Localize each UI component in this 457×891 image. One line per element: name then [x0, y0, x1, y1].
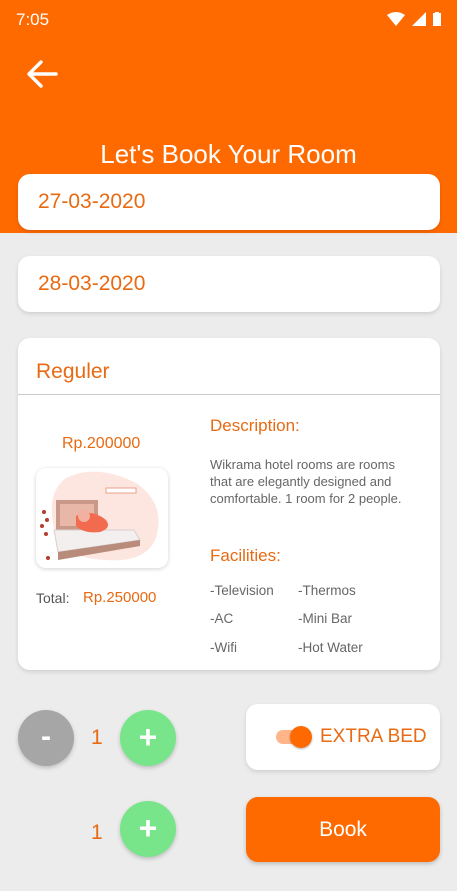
room-price: Rp.200000: [62, 435, 141, 452]
facility-item: -Hot Water: [298, 640, 363, 655]
extra-bed-card[interactable]: EXTRA BED: [246, 704, 440, 770]
facility-item: -Wifi: [210, 640, 237, 655]
room-count: 1: [91, 726, 103, 749]
description-title: Description:: [210, 416, 300, 435]
facilities-title: Facilities:: [210, 546, 281, 565]
page-title: Let's Book Your Room: [100, 139, 357, 169]
book-button-label: Book: [319, 818, 367, 841]
extra-bed-toggle-knob[interactable]: [290, 726, 312, 748]
book-button[interactable]: Book: [246, 797, 440, 862]
check-in-date-field[interactable]: 27-03-2020: [18, 174, 440, 230]
extra-bed-label: EXTRA BED: [320, 726, 427, 747]
check-in-date-value: 27-03-2020: [38, 190, 146, 213]
facility-item: -AC: [210, 611, 234, 626]
total-value: Rp.250000: [83, 589, 157, 606]
battery-icon: [433, 12, 441, 26]
facility-item: -Television: [210, 583, 274, 598]
facility-item: -Thermos: [298, 583, 356, 598]
room-image: [36, 468, 168, 568]
room-card: Reguler Rp.200000 Total: Rp.250000 Descr…: [18, 338, 440, 670]
minus-icon: -: [41, 720, 51, 753]
total-label: Total:: [36, 590, 70, 606]
facility-item: -Mini Bar: [298, 611, 353, 626]
description-text: Wikrama hotel rooms are rooms that are e…: [210, 457, 402, 506]
increase-bed-button[interactable]: +: [120, 801, 176, 857]
signal-icon: [412, 12, 426, 26]
status-time: 7:05: [16, 10, 50, 29]
check-out-date-field[interactable]: 28-03-2020: [18, 256, 440, 312]
status-bar: 7:05: [0, 0, 457, 36]
plus-icon: +: [138, 810, 158, 846]
plus-icon: +: [138, 719, 158, 755]
back-arrow-icon[interactable]: [24, 56, 60, 92]
bedroom-illustration: [40, 471, 159, 561]
divider: [18, 394, 440, 395]
bed-count: 1: [91, 821, 103, 844]
check-out-date-value: 28-03-2020: [38, 272, 146, 295]
decrease-room-button[interactable]: -: [18, 710, 74, 766]
status-icons: [387, 12, 441, 26]
wifi-icon: [387, 12, 405, 26]
room-name: Reguler: [36, 360, 110, 383]
increase-room-button[interactable]: +: [120, 710, 176, 766]
